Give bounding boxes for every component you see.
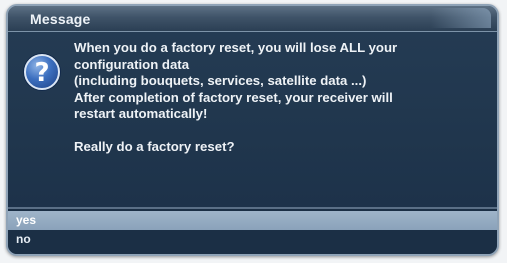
- title-bar-highlight: [431, 8, 491, 28]
- option-no[interactable]: no: [8, 230, 497, 249]
- option-no-label: no: [16, 232, 31, 246]
- confirmation-question: Really do a factory reset?: [74, 139, 235, 154]
- message-line: configuration data: [74, 56, 190, 72]
- option-yes-label: yes: [16, 213, 37, 227]
- dialog-content: ? When you do a factory reset, you will …: [8, 32, 497, 207]
- message-line: After completion of factory reset, your …: [74, 89, 393, 105]
- question-mark-glyph: ?: [34, 58, 50, 88]
- message-line: (including bouquets, services, satellite…: [74, 73, 367, 88]
- dialog-title-bar: Message: [8, 6, 497, 32]
- factory-reset-dialog: Message ? When you do a factory reset, y…: [6, 4, 499, 256]
- message-line: When you do a factory reset, you will lo…: [74, 40, 398, 55]
- option-yes[interactable]: yes: [8, 211, 497, 230]
- question-icon: ?: [24, 54, 60, 90]
- options-list: yes no: [8, 209, 497, 254]
- message-line: restart automatically!: [74, 106, 208, 121]
- message-spacer: [74, 123, 484, 140]
- dialog-title: Message: [30, 11, 91, 27]
- dialog-message: When you do a factory reset, you will lo…: [74, 40, 484, 156]
